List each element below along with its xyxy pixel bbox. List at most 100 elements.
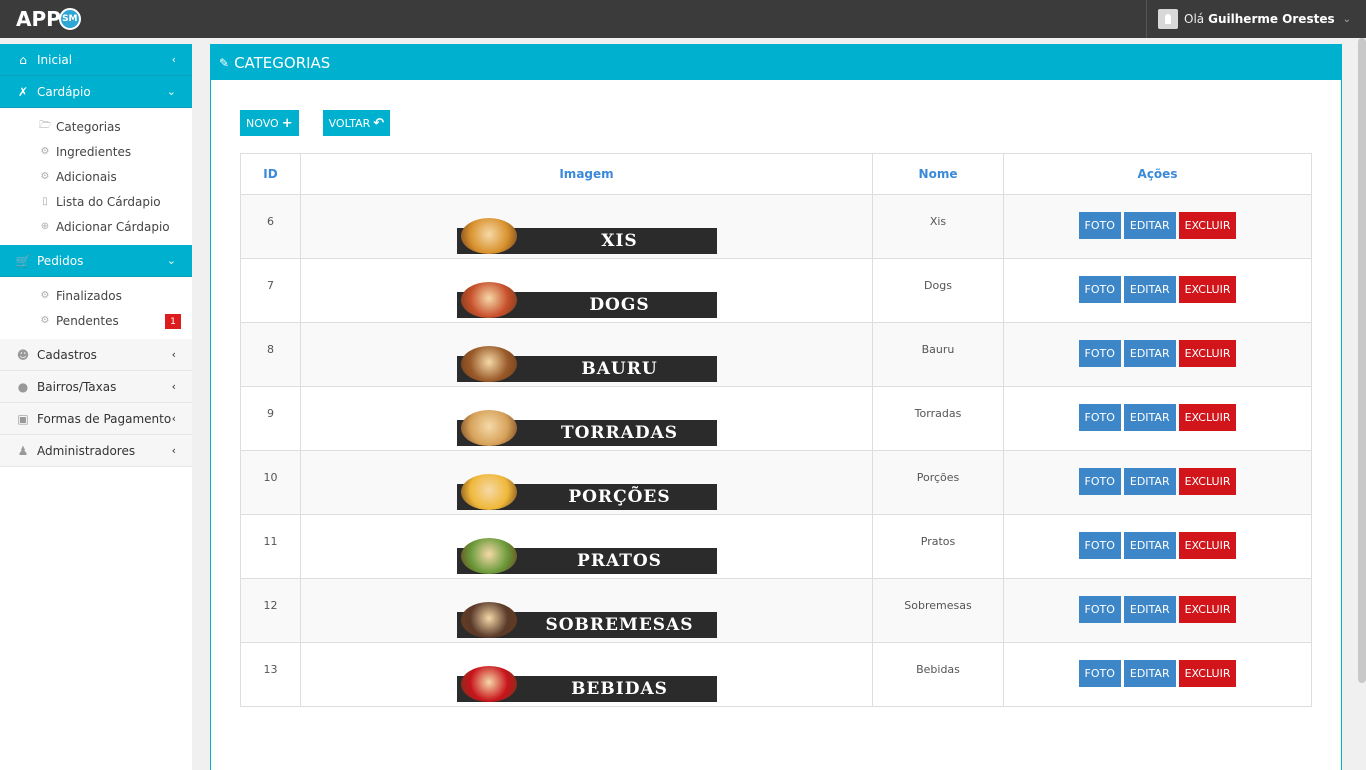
cell-id: 7 [240, 258, 301, 323]
novo-button[interactable]: NOVO + [240, 110, 299, 136]
sidebar-subitem-finalizados[interactable]: ⚙ Finalizados [0, 283, 192, 308]
cell-actions: FOTO EDITAR EXCLUIR [1003, 258, 1312, 323]
user-menu[interactable]: Olá Guilherme Orestes ⌄ [1146, 0, 1366, 38]
map-marker-icon: ● [17, 379, 29, 394]
cutlery-icon: ✗ [17, 84, 29, 99]
table-row: 10 PORÇÕES Porções FOTO EDITAR EXCLUIR [240, 450, 1312, 515]
sidebar-subitem-adicionar-cardapio[interactable]: ⊕ Adicionar Cárdapio [0, 214, 192, 239]
cell-actions: FOTO EDITAR EXCLUIR [1003, 194, 1312, 259]
foto-button[interactable]: FOTO [1078, 212, 1121, 239]
excluir-button[interactable]: EXCLUIR [1178, 276, 1237, 303]
banner-text: SOBREMESAS [545, 615, 694, 635]
editar-button[interactable]: EDITAR [1123, 468, 1176, 495]
foto-button[interactable]: FOTO [1078, 276, 1121, 303]
app-logo[interactable]: APP SM [16, 6, 81, 32]
header-acoes: Ações [1003, 153, 1312, 195]
row-id: 8 [267, 343, 274, 356]
sidebar-item-cardapio[interactable]: ✗ Cardápio ⌄ [0, 76, 198, 108]
foto-button[interactable]: FOTO [1078, 660, 1121, 687]
header-imagem[interactable]: Imagem [300, 153, 873, 195]
food-image [460, 282, 517, 318]
editar-button[interactable]: EDITAR [1123, 340, 1176, 367]
cell-name: Bebidas [872, 642, 1004, 707]
header-nome[interactable]: Nome [872, 153, 1004, 195]
category-banner-image: TORRADAS [456, 410, 717, 446]
excluir-button[interactable]: EXCLUIR [1178, 532, 1237, 559]
voltar-button[interactable]: VOLTAR ↶ [322, 110, 391, 136]
sidebar-item-inicial[interactable]: ⌂ Inicial ‹ [0, 44, 198, 76]
table-row: 9 TORRADAS Torradas FOTO EDITAR EXCLUIR [240, 386, 1312, 451]
sidebar-subitem-adicionais[interactable]: ⚙ Adicionais [0, 164, 192, 189]
chevron-left-icon: ‹ [171, 53, 176, 66]
sidebar-subitem-label: Adicionais [56, 169, 117, 184]
sidebar: ⌂ Inicial ‹ ✗ Cardápio ⌄ 🗁 Categorias ⚙ … [0, 38, 198, 770]
cell-id: 9 [240, 386, 301, 451]
plus-circle-icon: ⊕ [40, 221, 50, 232]
editar-button[interactable]: EDITAR [1123, 596, 1176, 623]
row-name: Bauru [921, 343, 955, 356]
chevron-left-icon: ‹ [171, 348, 176, 361]
panel-header: ✎ CATEGORIAS [211, 45, 1341, 80]
cell-id: 11 [240, 514, 301, 579]
chevron-down-icon: ⌄ [166, 85, 176, 98]
sidebar-item-pedidos[interactable]: 🛒 Pedidos ⌄ [0, 245, 198, 277]
editar-button[interactable]: EDITAR [1123, 660, 1176, 687]
sidebar-subitem-lista-cardapio[interactable]: ▯ Lista do Cárdapio [0, 189, 192, 214]
editar-button[interactable]: EDITAR [1123, 212, 1176, 239]
gear-icon: ⚙ [40, 315, 50, 326]
cell-image: TORRADAS [300, 386, 873, 451]
categories-table: ID Imagem Nome Ações 6 XIS Xis FOTO EDIT… [240, 153, 1312, 707]
row-name: Porções [916, 471, 960, 484]
sidebar-item-label: Cadastros [37, 347, 97, 362]
sidebar-item-administradores[interactable]: ♟ Administradores ‹ [0, 435, 192, 467]
row-id: 10 [263, 471, 278, 484]
cell-name: Pratos [872, 514, 1004, 579]
cart-icon: 🛒 [15, 253, 31, 268]
row-name: Bebidas [916, 663, 960, 676]
editar-button[interactable]: EDITAR [1123, 532, 1176, 559]
logo-text: APP [16, 7, 61, 31]
scrollbar[interactable] [1358, 38, 1366, 683]
sidebar-item-label: Pedidos [37, 253, 84, 268]
foto-button[interactable]: FOTO [1078, 404, 1121, 431]
cell-actions: FOTO EDITAR EXCLUIR [1003, 450, 1312, 515]
sidebar-subitem-label: Finalizados [56, 288, 122, 303]
row-name: Dogs [924, 279, 952, 292]
row-name: Xis [929, 215, 947, 228]
banner-text: PRATOS [577, 551, 662, 571]
row-id: 13 [263, 663, 278, 676]
header-id[interactable]: ID [240, 153, 301, 195]
category-banner-image: PRATOS [456, 538, 717, 574]
edit-icon: ✎ [219, 55, 230, 70]
foto-button[interactable]: FOTO [1078, 468, 1121, 495]
foto-button[interactable]: FOTO [1078, 596, 1121, 623]
sidebar-subitem-categorias[interactable]: 🗁 Categorias [0, 114, 192, 139]
sidebar-subitem-pendentes[interactable]: ⚙ Pendentes 1 [0, 308, 192, 333]
excluir-button[interactable]: EXCLUIR [1178, 340, 1237, 367]
excluir-button[interactable]: EXCLUIR [1178, 468, 1237, 495]
sidebar-item-formas-pagamento[interactable]: ▣ Formas de Pagamento ‹ [0, 403, 192, 435]
cell-image: SOBREMESAS [300, 578, 873, 643]
toolbar: NOVO + VOLTAR ↶ [240, 110, 414, 136]
signal-bars-icon: ▯ [42, 196, 48, 207]
sidebar-item-cadastros[interactable]: ☻ Cadastros ‹ [0, 339, 192, 371]
excluir-button[interactable]: EXCLUIR [1178, 212, 1237, 239]
foto-button[interactable]: FOTO [1078, 532, 1121, 559]
excluir-button[interactable]: EXCLUIR [1178, 596, 1237, 623]
chevron-down-icon: ⌄ [166, 254, 176, 267]
plus-icon: + [281, 115, 293, 131]
editar-button[interactable]: EDITAR [1123, 276, 1176, 303]
sidebar-subitem-ingredientes[interactable]: ⚙ Ingredientes [0, 139, 192, 164]
foto-button[interactable]: FOTO [1078, 340, 1121, 367]
editar-button[interactable]: EDITAR [1123, 404, 1176, 431]
sidebar-item-label: Cardápio [37, 84, 91, 99]
sidebar-subitem-label: Pendentes [56, 313, 119, 328]
gear-icon: ⚙ [40, 171, 50, 182]
money-icon: ▣ [17, 411, 29, 426]
sidebar-item-bairros[interactable]: ● Bairros/Taxas ‹ [0, 371, 192, 403]
cell-image: XIS [300, 194, 873, 259]
excluir-button[interactable]: EXCLUIR [1178, 660, 1237, 687]
banner-text: PORÇÕES [568, 487, 671, 507]
excluir-button[interactable]: EXCLUIR [1178, 404, 1237, 431]
food-image [460, 410, 517, 446]
